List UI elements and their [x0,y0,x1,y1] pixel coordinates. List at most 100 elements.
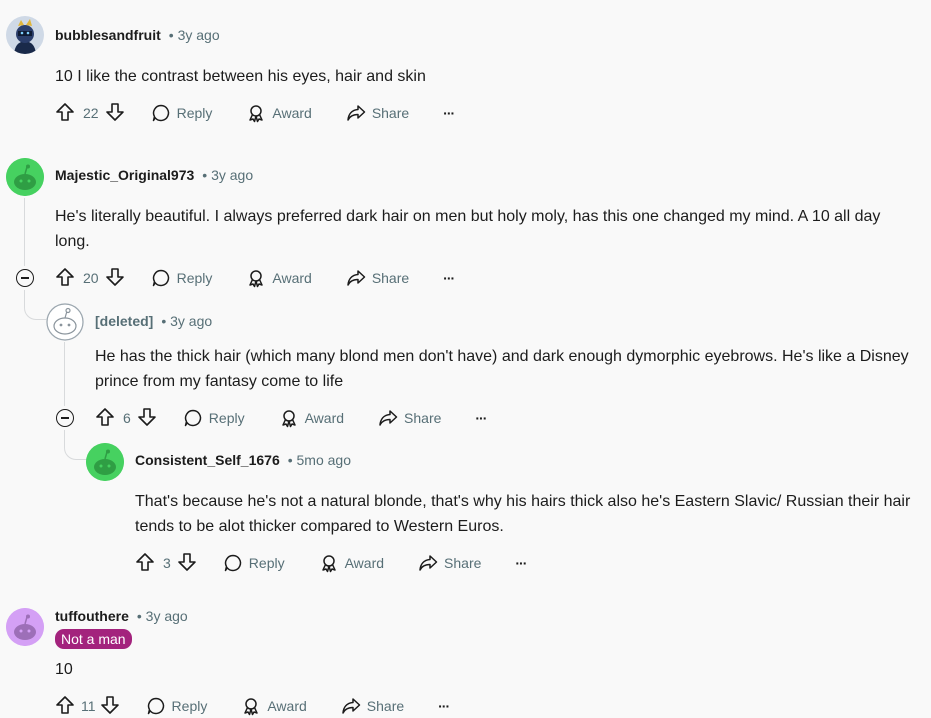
vote-controls: 3 [135,552,197,575]
comment-author[interactable]: tuffouthere [55,608,129,624]
comment-age: • 5mo ago [287,452,352,468]
award-label: Award [344,555,385,571]
downvote-icon[interactable] [100,695,120,718]
reply-button[interactable]: Reply [151,103,213,123]
comment-body: He has the thick hair (which many blond … [95,348,909,390]
reply-button[interactable]: Reply [223,553,285,573]
reply-label: Reply [176,105,213,121]
comment-author[interactable]: Consistent_Self_1676 [135,452,280,468]
comment-actions: 20 Reply Award Share ··· [55,266,455,290]
share-label: Share [371,105,410,121]
share-button[interactable]: Share [346,268,409,288]
user-avatar[interactable] [86,443,124,481]
user-avatar[interactable] [6,608,44,646]
downvote-icon[interactable] [105,102,125,125]
more-options-icon: ··· [475,410,487,426]
more-options-button[interactable]: ··· [475,410,487,426]
award-button[interactable]: Award [279,408,344,428]
downvote-icon[interactable] [105,267,125,290]
reply-label: Reply [208,410,245,426]
comment-age: • 3y ago [202,167,254,183]
comment-author[interactable]: bubblesandfruit [55,27,161,43]
thread-connector [24,292,48,320]
award-icon [246,103,266,123]
comment-age: • 3y ago [161,313,213,329]
more-options-button[interactable]: ··· [438,698,450,714]
vote-controls: 6 [95,407,157,430]
award-button[interactable]: Award [319,553,384,573]
comment-body: 10 [55,661,73,678]
comment-actions: 6 Reply Award Share ··· [95,406,487,430]
downvote-icon[interactable] [177,552,197,575]
comment-actions: 22 Reply Award Share ··· [55,101,455,125]
deleted-avatar-icon [46,303,84,341]
comment-age: • 3y ago [168,27,220,43]
share-icon [418,553,438,573]
downvote-icon[interactable] [137,407,157,430]
comment-actions: 11 Reply Award Share ··· [55,694,450,718]
award-icon [246,268,266,288]
user-avatar[interactable] [6,158,44,196]
award-button[interactable]: Award [246,268,312,288]
comment-body: 10 I like the contrast between his eyes,… [55,68,426,85]
more-options-icon: ··· [515,555,527,571]
vote-score: 11 [81,698,96,714]
share-button[interactable]: Share [341,696,404,716]
share-icon [378,408,398,428]
share-icon [346,268,366,288]
award-button[interactable]: Award [246,103,312,123]
snoo-purple-avatar-icon [6,608,44,646]
upvote-icon[interactable] [55,267,75,290]
comment-author[interactable]: Majestic_Original973 [55,167,194,183]
reply-button[interactable]: Reply [183,408,245,428]
vote-score: 6 [123,410,131,426]
award-label: Award [272,105,312,121]
more-options-button[interactable]: ··· [443,270,455,286]
thread-line [64,342,65,406]
share-label: Share [444,555,482,571]
comment-bubble-icon [223,553,243,573]
reply-button[interactable]: Reply [151,268,213,288]
reply-button[interactable]: Reply [146,696,208,716]
upvote-icon[interactable] [135,552,155,575]
comment-author: [deleted] [95,313,154,329]
comment-bubble-icon [146,696,166,716]
share-button[interactable]: Share [378,408,441,428]
user-avatar[interactable] [46,303,84,341]
comment-bubble-icon [151,268,171,288]
reply-label: Reply [248,555,285,571]
vote-score: 3 [163,555,171,571]
share-button[interactable]: Share [346,103,409,123]
award-icon [319,553,339,573]
vote-score: 22 [83,105,99,121]
vote-controls: 22 [55,102,125,125]
user-avatar[interactable] [6,16,44,54]
collapse-thread-button[interactable] [56,409,74,427]
share-icon [341,696,361,716]
upvote-icon[interactable] [55,695,75,718]
more-options-button[interactable]: ··· [443,105,455,121]
award-icon [241,696,261,716]
share-button[interactable]: Share [418,553,481,573]
comment-body: That's because he's not a natural blonde… [135,493,911,535]
more-options-button[interactable]: ··· [515,555,527,571]
user-flair-badge: Not a man [55,629,132,649]
reply-label: Reply [176,270,213,286]
share-icon [346,103,366,123]
upvote-icon[interactable] [55,102,75,125]
upvote-icon[interactable] [95,407,115,430]
award-icon [279,408,299,428]
comment-bubble-icon [151,103,171,123]
more-options-icon: ··· [443,105,455,121]
vote-controls: 20 [55,267,125,290]
vote-score: 20 [83,270,99,286]
reply-label: Reply [171,698,208,714]
snoo-green-avatar-icon [86,443,124,481]
comment-body: He's literally beautiful. I always prefe… [55,208,881,250]
custom-avatar-icon [6,16,44,54]
share-label: Share [371,270,410,286]
snoo-green-avatar-icon [6,158,44,196]
award-button[interactable]: Award [241,696,307,716]
vote-controls: 11 [55,695,120,718]
collapse-thread-button[interactable] [16,269,34,287]
